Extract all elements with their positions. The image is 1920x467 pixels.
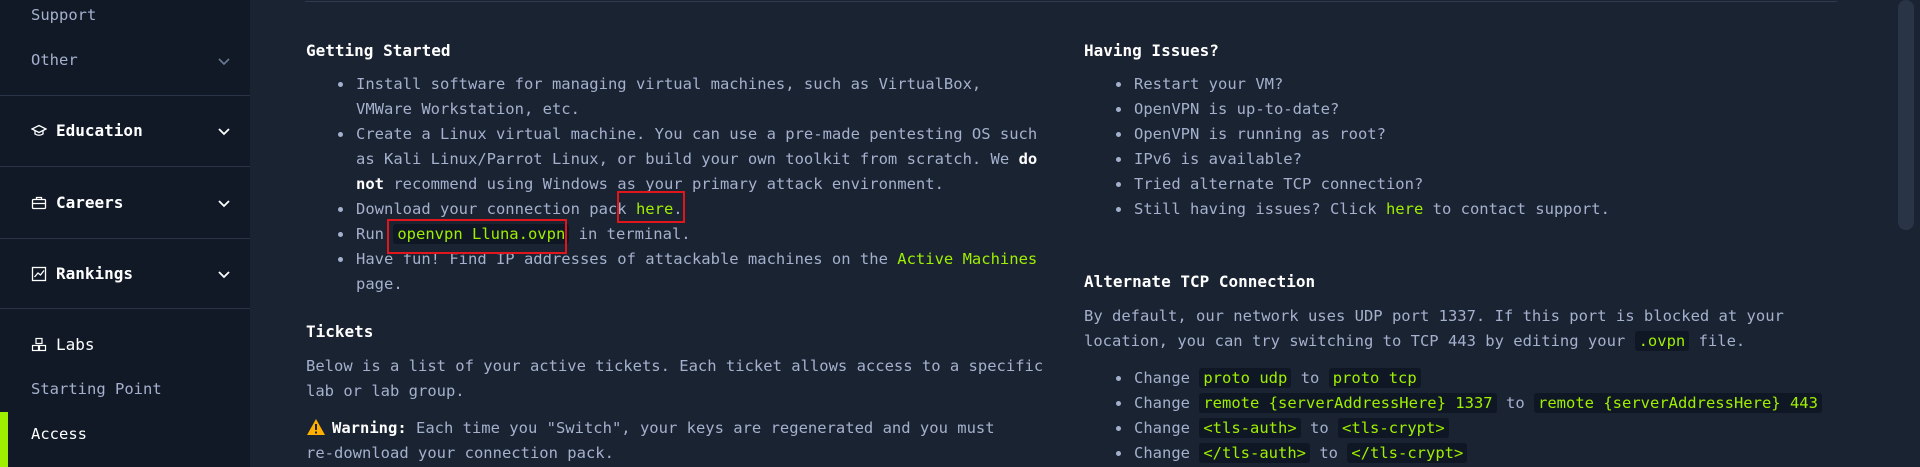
- scrollbar-thumb[interactable]: [1898, 0, 1914, 230]
- list-item-text: OpenVPN is up-to-date?: [1134, 100, 1340, 118]
- code-to: <tls-crypt>: [1338, 418, 1449, 438]
- divider: [0, 95, 250, 96]
- tickets-title: Tickets: [306, 322, 374, 341]
- getting-started-list: Install software for managing virtual ma…: [306, 72, 1046, 297]
- list-item: Have fun! Find IP addresses of attackabl…: [306, 247, 1046, 297]
- sidebar-section-careers[interactable]: Careers: [31, 193, 123, 212]
- tcp-change-list: Change proto udp to proto tcp Change rem…: [1084, 366, 1844, 466]
- warning-icon: [307, 419, 325, 435]
- list-item-text: page.: [356, 275, 403, 293]
- list-item-text: Install software for managing virtual ma…: [356, 75, 982, 118]
- highlight-box: [387, 219, 567, 254]
- sidebar-section-labs[interactable]: Labs: [31, 335, 95, 354]
- list-item-text: Still having issues? Click: [1134, 200, 1386, 218]
- having-issues-title: Having Issues?: [1084, 41, 1219, 60]
- graduation-cap-icon: [31, 124, 47, 136]
- list-item-text: Tried alternate TCP connection?: [1134, 175, 1424, 193]
- divider: [0, 166, 250, 167]
- sidebar-item-label: Starting Point: [31, 380, 162, 398]
- to-label: to: [1319, 444, 1339, 462]
- list-item: Install software for managing virtual ma…: [306, 72, 1046, 122]
- list-item: Change </tls-auth> to </tls-crypt>: [1084, 441, 1844, 466]
- chevron-down-icon[interactable]: [216, 266, 232, 282]
- list-item-text: Download your connection pack: [356, 200, 636, 218]
- alternate-tcp-title: Alternate TCP Connection: [1084, 272, 1316, 291]
- divider: [305, 1, 1837, 2]
- list-item: Create a Linux virtual machine. You can …: [306, 122, 1046, 197]
- code-to: remote {serverAddressHere} 443: [1534, 393, 1822, 413]
- ovpn-code: .ovpn: [1634, 331, 1690, 351]
- list-item: Still having issues? Click here to conta…: [1084, 197, 1824, 222]
- change-label: Change: [1134, 419, 1190, 437]
- sidebar-item-other[interactable]: Other: [31, 51, 78, 69]
- list-item-text: OpenVPN is running as root?: [1134, 125, 1386, 143]
- list-item: Restart your VM?: [1084, 72, 1824, 97]
- list-item: Change remote {serverAddressHere} 1337 t…: [1084, 391, 1844, 416]
- active-indicator: [0, 412, 8, 467]
- sidebar: Support Other Education Careers Rankings…: [0, 0, 250, 467]
- to-label: to: [1310, 419, 1329, 437]
- list-item-text: to contact support.: [1423, 200, 1610, 218]
- list-item: Change proto udp to proto tcp: [1084, 366, 1844, 391]
- sidebar-section-education[interactable]: Education: [31, 121, 143, 140]
- chevron-down-icon[interactable]: [216, 195, 232, 211]
- change-label: Change: [1134, 369, 1190, 387]
- contact-support-link[interactable]: here: [1386, 200, 1423, 218]
- sidebar-item-support[interactable]: Support: [31, 6, 96, 24]
- code-to: proto tcp: [1328, 368, 1421, 388]
- list-item: OpenVPN is running as root?: [1084, 122, 1824, 147]
- chart-line-icon: [31, 266, 47, 281]
- chevron-down-icon[interactable]: [216, 123, 232, 139]
- tickets-description: Below is a list of your active tickets. …: [306, 357, 1044, 400]
- list-item-text: Restart your VM?: [1134, 75, 1284, 93]
- having-issues-list: Restart your VM? OpenVPN is up-to-date? …: [1084, 72, 1824, 222]
- sidebar-item-access[interactable]: Access: [31, 425, 87, 443]
- list-item: Change <tls-auth> to <tls-crypt>: [1084, 416, 1844, 441]
- briefcase-icon: [31, 196, 47, 209]
- list-item: Tried alternate TCP connection?: [1084, 172, 1824, 197]
- warning-message: Warning: Each time you "Switch", your ke…: [306, 416, 1026, 466]
- sidebar-item-label: Access: [31, 425, 87, 443]
- list-item-text: Create a Linux virtual machine. You can …: [356, 125, 1038, 168]
- tcp-description: By default, our network uses UDP port 13…: [1084, 304, 1844, 354]
- sidebar-item-label: Other: [31, 51, 78, 69]
- code-from: </tls-auth>: [1199, 443, 1310, 463]
- divider: [0, 308, 250, 309]
- list-item-text: IPv6 is available?: [1134, 150, 1302, 168]
- sidebar-section-rankings[interactable]: Rankings: [31, 264, 133, 283]
- code-from: proto udp: [1199, 368, 1292, 388]
- tcp-description-text: file.: [1689, 332, 1746, 350]
- list-item-text: in terminal.: [569, 225, 691, 243]
- highlight-box: [617, 191, 685, 223]
- sidebar-section-label: Rankings: [56, 264, 134, 283]
- main-content: Getting Started Install software for man…: [250, 0, 1900, 467]
- chevron-down-icon[interactable]: [216, 53, 232, 69]
- sidebar-section-label: Careers: [56, 193, 124, 212]
- cubes-icon: [31, 337, 47, 351]
- sidebar-section-label: Education: [56, 121, 143, 140]
- active-machines-link[interactable]: Active Machines: [897, 250, 1037, 268]
- warning-text: Each time you "Switch", your keys are re…: [306, 419, 995, 462]
- sidebar-item-label: Support: [31, 6, 97, 24]
- list-item: IPv6 is available?: [1084, 147, 1824, 172]
- sidebar-section-label: Labs: [56, 335, 95, 354]
- list-item: OpenVPN is up-to-date?: [1084, 97, 1824, 122]
- getting-started-title: Getting Started: [306, 41, 451, 60]
- warning-label: Warning:: [332, 419, 407, 437]
- change-label: Change: [1134, 394, 1190, 412]
- sidebar-item-starting-point[interactable]: Starting Point: [31, 380, 162, 398]
- to-label: to: [1300, 369, 1320, 387]
- code-from: <tls-auth>: [1199, 418, 1301, 438]
- divider: [0, 238, 250, 239]
- code-to: </tls-crypt>: [1347, 443, 1468, 463]
- to-label: to: [1505, 394, 1525, 412]
- code-from: remote {serverAddressHere} 1337: [1199, 393, 1497, 413]
- change-label: Change: [1134, 444, 1190, 462]
